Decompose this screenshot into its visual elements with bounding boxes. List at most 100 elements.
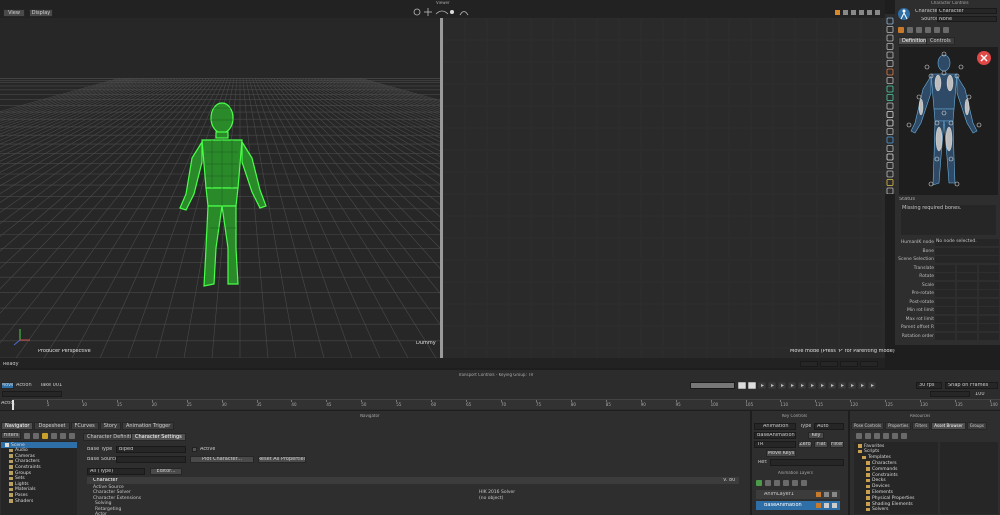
layer-weight-icon[interactable] <box>816 503 821 508</box>
bone-property-field[interactable] <box>979 264 999 272</box>
asset-tree-item[interactable]: Templates <box>854 455 938 461</box>
bone-property-field[interactable] <box>979 298 999 306</box>
bone-property-field[interactable] <box>957 273 977 280</box>
move-mode-button[interactable]: Move <box>1 382 14 389</box>
res-view-icon[interactable] <box>892 433 898 439</box>
playhead-marker[interactable] <box>12 400 14 410</box>
navigator-tab[interactable]: Dopesheet <box>34 422 70 430</box>
nav-tool-icon-6[interactable] <box>69 433 75 439</box>
bone-property-field[interactable] <box>935 332 955 340</box>
char-tool-icon-6[interactable] <box>943 27 949 33</box>
snap-select[interactable]: Snap on Frames <box>945 382 998 389</box>
status-bar-controls[interactable] <box>800 361 880 367</box>
asset-tree-item[interactable]: Shading Elements <box>854 501 938 507</box>
res-up-icon[interactable] <box>874 433 880 439</box>
char-tool-icon-5[interactable] <box>934 27 940 33</box>
bone-property-field[interactable] <box>935 298 955 306</box>
resources-tab[interactable]: Asset Browser <box>931 422 966 430</box>
timeline-ruler[interactable]: 0510152025303540455055606570758085909510… <box>12 399 1000 410</box>
asset-tree-item[interactable]: Devices <box>854 484 938 490</box>
fps-select[interactable]: 30 fps <box>916 382 942 389</box>
tool-icon[interactable] <box>886 136 894 144</box>
tool-icon[interactable] <box>886 26 894 33</box>
humanik-figure-view[interactable] <box>899 47 998 195</box>
base-source-select[interactable] <box>116 456 186 463</box>
bone-property-field[interactable] <box>979 273 999 280</box>
res-forward-icon[interactable] <box>865 433 871 439</box>
bone-property-field[interactable] <box>979 315 999 323</box>
nav-tool-icon-3[interactable] <box>42 433 48 439</box>
filter-button[interactable]: Filter <box>830 441 844 448</box>
bone-property-field[interactable] <box>979 290 999 297</box>
viewer-flags[interactable] <box>835 9 883 16</box>
character-select[interactable]: Character <box>937 8 997 14</box>
tool-icon[interactable] <box>886 85 894 93</box>
char-tool-icon-1[interactable] <box>898 27 904 33</box>
tool-icon[interactable] <box>886 77 894 84</box>
tool-icon[interactable] <box>886 162 894 169</box>
tool-icon[interactable] <box>886 60 894 67</box>
property-header-row[interactable]: Character V. 80 <box>87 477 739 484</box>
zero-button[interactable]: Zero <box>798 441 812 448</box>
layer-solo-icon[interactable] <box>824 492 829 497</box>
tab-controls[interactable]: Controls <box>926 37 955 45</box>
res-back-icon[interactable] <box>856 433 862 439</box>
timeline-slider-field[interactable] <box>690 382 735 389</box>
layer-lock-icon[interactable] <box>792 480 798 486</box>
tool-icon[interactable] <box>886 17 894 25</box>
bone-property-field[interactable] <box>935 324 955 331</box>
navigator-tab[interactable]: FCurves <box>70 422 99 430</box>
bone-property-field[interactable] <box>935 273 955 280</box>
key-mode-select[interactable]: Animation <box>754 423 796 430</box>
nav-tool-icon-5[interactable] <box>60 433 66 439</box>
resources-tab[interactable]: Filters <box>912 422 931 430</box>
key-type-select[interactable]: Auto <box>814 423 844 430</box>
perspective-viewport[interactable]: Producer Perspective Dummy <box>0 18 440 358</box>
tool-icon[interactable] <box>886 145 894 152</box>
layer-row-1[interactable]: AnimLayer1 <box>756 490 840 499</box>
bone-property-field[interactable] <box>979 324 999 331</box>
tool-icon[interactable] <box>886 153 894 161</box>
nav-tool-icon-1[interactable] <box>24 433 30 439</box>
layer-solo-icon[interactable] <box>824 503 829 508</box>
keying-group-select[interactable]: TR <box>754 441 796 448</box>
bone-property-field[interactable] <box>957 281 977 289</box>
bone-property-field[interactable] <box>935 264 955 272</box>
property-row[interactable]: Actor <box>87 512 739 515</box>
view-button[interactable]: View <box>3 9 25 17</box>
bone-property-field[interactable] <box>935 315 955 323</box>
asset-tree-item[interactable]: Physical Properties <box>854 495 938 501</box>
tool-icon[interactable] <box>886 94 894 101</box>
asset-tree-item[interactable]: Favorites <box>854 443 938 449</box>
resources-tab[interactable]: Properties <box>885 422 912 430</box>
bone-property-field[interactable] <box>957 307 977 314</box>
tool-icon[interactable] <box>886 111 894 118</box>
playback-button[interactable] <box>737 381 747 390</box>
end-frame-field[interactable] <box>930 391 970 397</box>
remove-layer-icon[interactable] <box>765 480 771 486</box>
character-mesh[interactable] <box>172 98 282 288</box>
display-button[interactable]: Display <box>29 9 53 17</box>
tool-icon[interactable] <box>886 179 894 186</box>
char-tool-icon-4[interactable] <box>925 27 931 33</box>
playback-icons[interactable] <box>737 381 888 390</box>
layer-mute-icon[interactable] <box>801 480 807 486</box>
nav-tool-icon-4[interactable] <box>51 433 57 439</box>
bone-property-field[interactable] <box>957 290 977 297</box>
anim-layer-select[interactable]: BaseAnimation <box>754 432 796 439</box>
asset-tree-item[interactable]: Commands <box>854 466 938 472</box>
bone-property-field[interactable] <box>957 324 977 331</box>
bone-property-field[interactable] <box>957 298 977 306</box>
flat-button[interactable]: Flat <box>814 441 828 448</box>
tab-character-settings[interactable]: Character Settings <box>131 433 186 441</box>
bone-property-field[interactable] <box>957 264 977 272</box>
tool-icon[interactable] <box>886 170 894 178</box>
property-filter-select[interactable]: All (Type) <box>87 468 145 475</box>
add-layer-icon[interactable] <box>756 480 762 486</box>
start-frame-field[interactable] <box>2 391 62 397</box>
ref-field[interactable] <box>770 459 844 466</box>
layer-remove-icon[interactable] <box>832 492 837 497</box>
playback-button[interactable] <box>747 381 757 390</box>
plot-character-button[interactable]: Plot Character... <box>190 456 254 463</box>
bone-property-value[interactable]: No node selected. <box>935 239 999 246</box>
